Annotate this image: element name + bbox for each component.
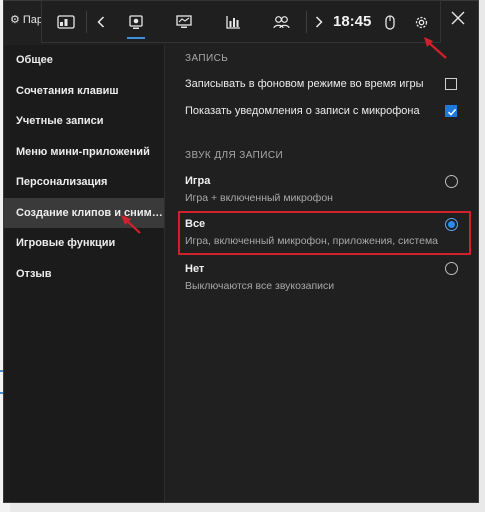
close-icon[interactable] bbox=[446, 7, 470, 31]
nav-item-shortcuts[interactable]: Сочетания клавиш bbox=[4, 76, 164, 107]
audio-heading: ЗВУК ДЛЯ ЗАПИСИ bbox=[185, 150, 284, 161]
mic-notification-label: Показать уведомления о записи с микрофон… bbox=[185, 105, 420, 117]
audio-option-game-subtitle: Игра + включенный микрофон bbox=[185, 192, 333, 204]
settings-content: ЗАПИСЬ Записывать в фоновом режиме во вр… bbox=[165, 45, 478, 502]
mouse-icon[interactable] bbox=[375, 1, 405, 43]
gear-icon[interactable] bbox=[406, 1, 436, 43]
annotation-highlight-box bbox=[178, 211, 471, 255]
window-title-text: Пар bbox=[22, 14, 44, 26]
nav-item-general[interactable]: Общее bbox=[4, 45, 164, 76]
game-bar: 18:45 bbox=[41, 0, 441, 43]
nav-item-captures[interactable]: Создание клипов и снимк... bbox=[4, 197, 164, 228]
background-record-label: Записывать в фоновом режиме во время игр… bbox=[185, 78, 424, 90]
audio-option-all-subtitle: Игра, включенный микрофон, приложения, с… bbox=[185, 235, 439, 247]
mic-notification-checkbox[interactable] bbox=[445, 105, 457, 117]
audio-option-all-title: Все bbox=[185, 218, 206, 230]
settings-nav: Общее Сочетания клавиш Учетные записи Ме… bbox=[4, 45, 165, 502]
background-record-checkbox[interactable] bbox=[445, 78, 457, 90]
recording-heading: ЗАПИСЬ bbox=[185, 53, 229, 64]
audio-option-all-radio[interactable] bbox=[445, 218, 458, 231]
audio-option-none-radio[interactable] bbox=[445, 262, 458, 275]
widget-menu-icon[interactable] bbox=[51, 1, 81, 43]
chevron-right-icon[interactable] bbox=[304, 1, 334, 43]
nav-item-feedback[interactable]: Отзыв bbox=[4, 259, 164, 290]
capture-icon[interactable] bbox=[121, 1, 151, 43]
gear-icon: ⚙ bbox=[10, 14, 20, 26]
settings-window: ⚙ Пар Общее Сочетания клавиш Учетные запи… bbox=[3, 0, 479, 503]
performance-icon[interactable] bbox=[169, 1, 199, 43]
window-title: ⚙ Пар bbox=[10, 13, 43, 26]
nav-item-widget-menu[interactable]: Меню мини-приложений bbox=[4, 137, 164, 168]
clock: 18:45 bbox=[333, 13, 372, 30]
social-icon[interactable] bbox=[266, 1, 296, 43]
audio-option-game-title: Игра bbox=[185, 175, 211, 187]
chevron-left-icon[interactable] bbox=[86, 1, 116, 43]
nav-item-accounts[interactable]: Учетные записи bbox=[4, 106, 164, 137]
stats-icon[interactable] bbox=[218, 1, 248, 43]
nav-item-game-features[interactable]: Игровые функции bbox=[4, 228, 164, 259]
audio-option-game-radio[interactable] bbox=[445, 175, 458, 188]
audio-option-none-title: Нет bbox=[185, 263, 205, 275]
audio-option-none-subtitle: Выключаются все звукозаписи bbox=[185, 280, 335, 292]
nav-item-personalization[interactable]: Персонализация bbox=[4, 167, 164, 198]
